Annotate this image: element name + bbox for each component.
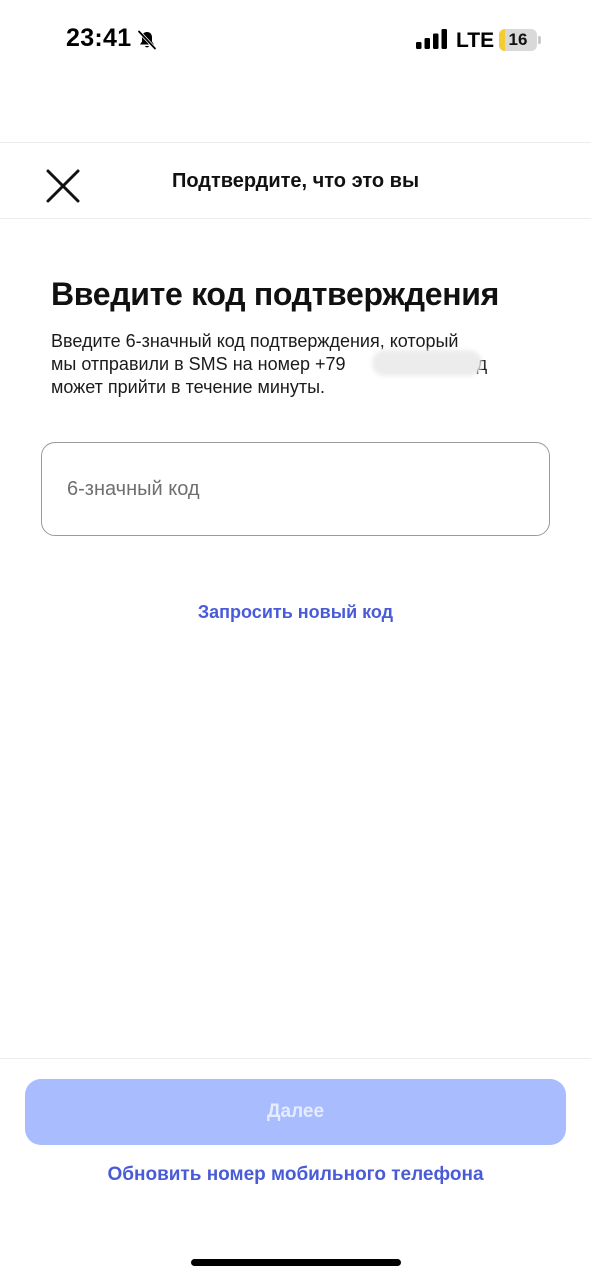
redacted-phone-number [372,350,482,376]
verification-code-input[interactable] [41,442,550,536]
bell-slash-icon [137,29,157,51]
status-bar: 23:41 LTE 16 [0,0,591,80]
battery-body: 16 [499,29,537,51]
battery-cap [538,36,541,44]
request-new-code-link[interactable]: Запросить новый код [0,602,591,623]
update-phone-number-link[interactable]: Обновить номер мобильного телефона [0,1164,591,1186]
screen: 23:41 LTE 16 Подтвердите, что это вы Вве… [0,0,591,1280]
battery-indicator: 16 [499,29,541,51]
home-indicator [191,1259,401,1266]
close-icon [46,169,80,203]
battery-level: 16 [508,30,528,49]
signal-bars-icon [416,29,447,49]
next-button[interactable]: Далее [25,1079,566,1145]
description-line-3: может прийти в течение минуты. [51,377,326,397]
status-time: 23:41 [66,24,132,52]
header-bar: Подтвердите, что это вы [0,142,591,219]
network-type: LTE [456,29,495,52]
close-button[interactable] [40,163,86,209]
page-title: Введите код подтверждения [51,276,500,312]
header-title: Подтвердите, что это вы [171,170,420,192]
description-line-2-start: мы отправили в SMS на номер +79 [51,354,346,374]
footer-divider [0,1058,591,1059]
